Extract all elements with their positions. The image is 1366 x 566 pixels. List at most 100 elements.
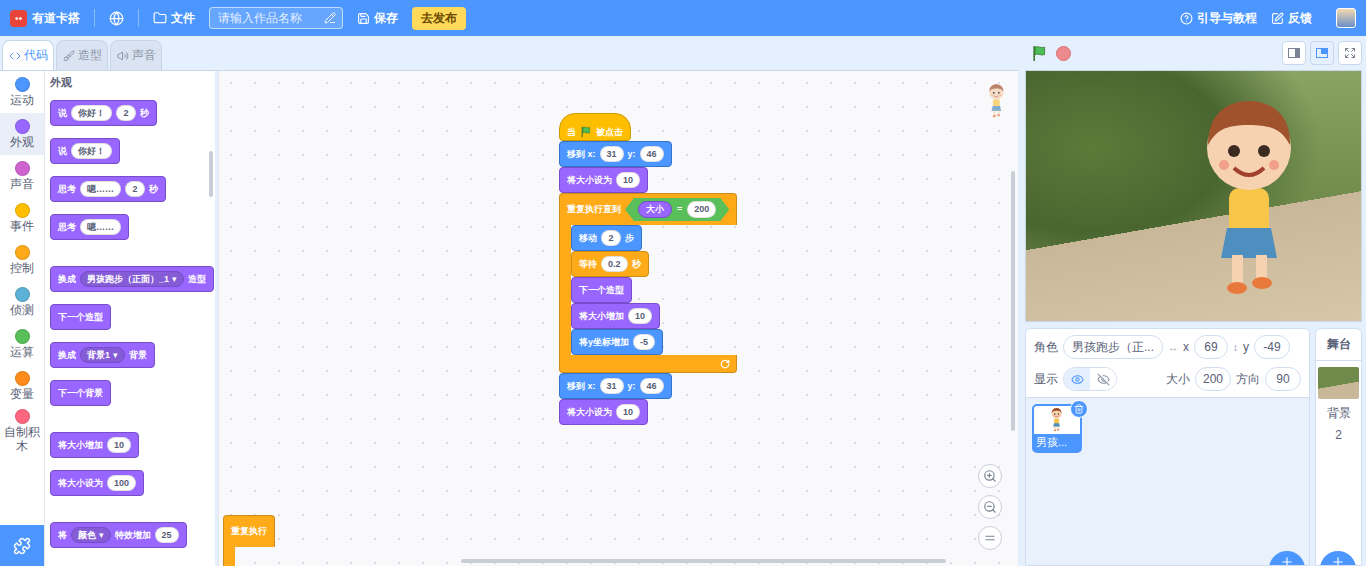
category-item[interactable]: 声音 [0,155,44,197]
block-input[interactable]: 200 [687,201,716,218]
block-input[interactable]: 你好！ [71,105,112,122]
category-item[interactable]: 事件 [0,197,44,239]
hat-block[interactable]: 当被点击 [559,113,631,141]
file-menu[interactable]: 文件 [153,10,195,27]
sprite-name-field[interactable]: 男孩跑步（正... [1063,335,1163,359]
title-input[interactable] [216,10,320,26]
block-input[interactable]: 46 [640,378,664,395]
stage[interactable] [1025,70,1362,322]
block-input[interactable]: 100 [107,475,136,492]
category-item[interactable]: 运动 [0,71,44,113]
show-button[interactable] [1064,368,1090,390]
c-block-header[interactable]: 重复执行直到大小=200 [559,193,737,225]
code-block[interactable]: 移动2步 [571,225,642,251]
x-field[interactable]: 69 [1194,335,1228,359]
delete-sprite-button[interactable] [1070,400,1088,418]
category-item[interactable]: 侦测 [0,281,44,323]
category-item[interactable]: 外观 [0,113,44,155]
block-dropdown[interactable]: 背景1▾ [80,347,125,364]
direction-field[interactable]: 90 [1265,367,1301,391]
editor-tab[interactable]: 代码 [2,40,54,70]
code-block[interactable]: 说你好！ [50,138,120,164]
c-block-header[interactable]: 重复执行 [223,515,275,547]
stop-button[interactable] [1056,46,1071,61]
code-block[interactable]: 将大小设为10 [559,167,648,193]
code-block[interactable]: 换成背景1▾背景 [50,342,155,368]
hide-button[interactable] [1090,368,1116,390]
script-canvas[interactable]: 当被点击移到 x:31y:46将大小设为10重复执行直到大小=200移动2步等待… [218,71,1018,566]
green-flag-button[interactable] [1031,45,1048,62]
equals-operator[interactable]: 大小=200 [625,198,729,221]
zoom-in-button[interactable] [978,464,1002,488]
publish-button[interactable]: 去发布 [412,7,466,30]
c-block[interactable]: 重复执行直到大小=200移动2步等待0.2秒下一个造型将大小增加10将y坐标增加… [559,193,737,373]
code-block[interactable]: 将大小增加10 [50,432,139,458]
backdrop-thumbnail[interactable] [1318,367,1359,399]
code-block[interactable]: 将颜色▾特效增加25 [50,522,187,548]
size-reporter[interactable]: 大小 [638,201,672,218]
canvas-scrollbar-v[interactable] [1011,171,1015,431]
block-input[interactable]: 10 [616,404,640,421]
language-button[interactable] [109,11,124,26]
block-input[interactable]: 46 [640,146,664,163]
palette-scrollbar[interactable] [209,151,213,197]
code-block[interactable]: 思考嗯……2秒 [50,176,166,202]
block-input[interactable]: 10 [107,437,131,454]
block-dropdown[interactable]: 颜色▾ [71,527,111,544]
extension-button[interactable] [0,525,44,566]
y-field[interactable]: -49 [1254,335,1290,359]
add-backdrop-button[interactable] [1320,551,1356,566]
code-block[interactable]: 换成男孩跑步（正面）_1▾造型 [50,266,214,292]
block-input[interactable]: 2 [601,230,621,247]
block-input[interactable]: 10 [616,172,640,189]
title-field[interactable] [209,7,343,29]
editor-tab[interactable]: 造型 [56,40,108,70]
block-input[interactable]: 嗯…… [80,219,121,236]
code-block[interactable]: 移到 x:31y:46 [559,141,672,167]
save-button[interactable]: 保存 [357,10,398,27]
block-input[interactable]: 2 [116,105,136,122]
small-stage-button[interactable] [1282,41,1306,65]
normal-stage-button[interactable] [1310,41,1334,65]
zoom-reset-button[interactable] [978,526,1002,550]
fullscreen-button[interactable] [1338,41,1362,65]
block-input[interactable]: 你好！ [71,143,112,160]
c-block[interactable]: 重复执行 [223,515,275,566]
user-avatar[interactable] [1336,8,1356,28]
block-input[interactable]: -5 [633,334,655,351]
script-stack[interactable]: 当被点击移到 x:31y:46将大小设为10重复执行直到大小=200移动2步等待… [559,113,737,425]
sprite-card[interactable]: 男孩... [1032,404,1082,453]
block-input[interactable]: 嗯…… [80,181,121,198]
feedback-button[interactable]: 反馈 [1271,10,1312,27]
code-block[interactable]: 说你好！2秒 [50,100,157,126]
category-item[interactable]: 运算 [0,323,44,365]
add-sprite-button[interactable] [1269,551,1305,566]
boy-sprite-icon[interactable] [1194,93,1304,303]
zoom-out-button[interactable] [978,495,1002,519]
block-input[interactable]: 31 [600,378,624,395]
block-input[interactable]: 10 [628,308,652,325]
editor-tab[interactable]: 声音 [110,40,162,70]
code-block[interactable]: 思考嗯…… [50,214,129,240]
category-item[interactable]: 控制 [0,239,44,281]
code-block[interactable]: 等待0.2秒 [571,251,649,277]
code-block[interactable]: 将y坐标增加-5 [571,329,663,355]
logo[interactable]: 有道卡搭 [10,10,80,27]
code-block[interactable]: 下一个背景 [50,380,111,406]
size-field[interactable]: 200 [1195,367,1231,391]
help-button[interactable]: 引导与教程 [1180,10,1257,27]
canvas-scrollbar-h[interactable] [461,559,946,563]
category-item[interactable]: 变量 [0,365,44,407]
code-block[interactable]: 将大小设为100 [50,470,144,496]
code-block[interactable]: 下一个造型 [50,304,111,330]
category-item[interactable]: 自制积木 [0,407,44,456]
block-input[interactable]: 0.2 [601,256,628,273]
code-block[interactable]: 移到 x:31y:46 [559,373,672,399]
code-block[interactable]: 将大小增加10 [571,303,660,329]
code-block[interactable]: 将大小设为10 [559,399,648,425]
block-input[interactable]: 31 [600,146,624,163]
block-input[interactable]: 2 [125,181,145,198]
code-block[interactable]: 下一个造型 [571,277,632,303]
block-input[interactable]: 25 [155,527,179,544]
block-dropdown[interactable]: 男孩跑步（正面）_1▾ [80,271,184,288]
